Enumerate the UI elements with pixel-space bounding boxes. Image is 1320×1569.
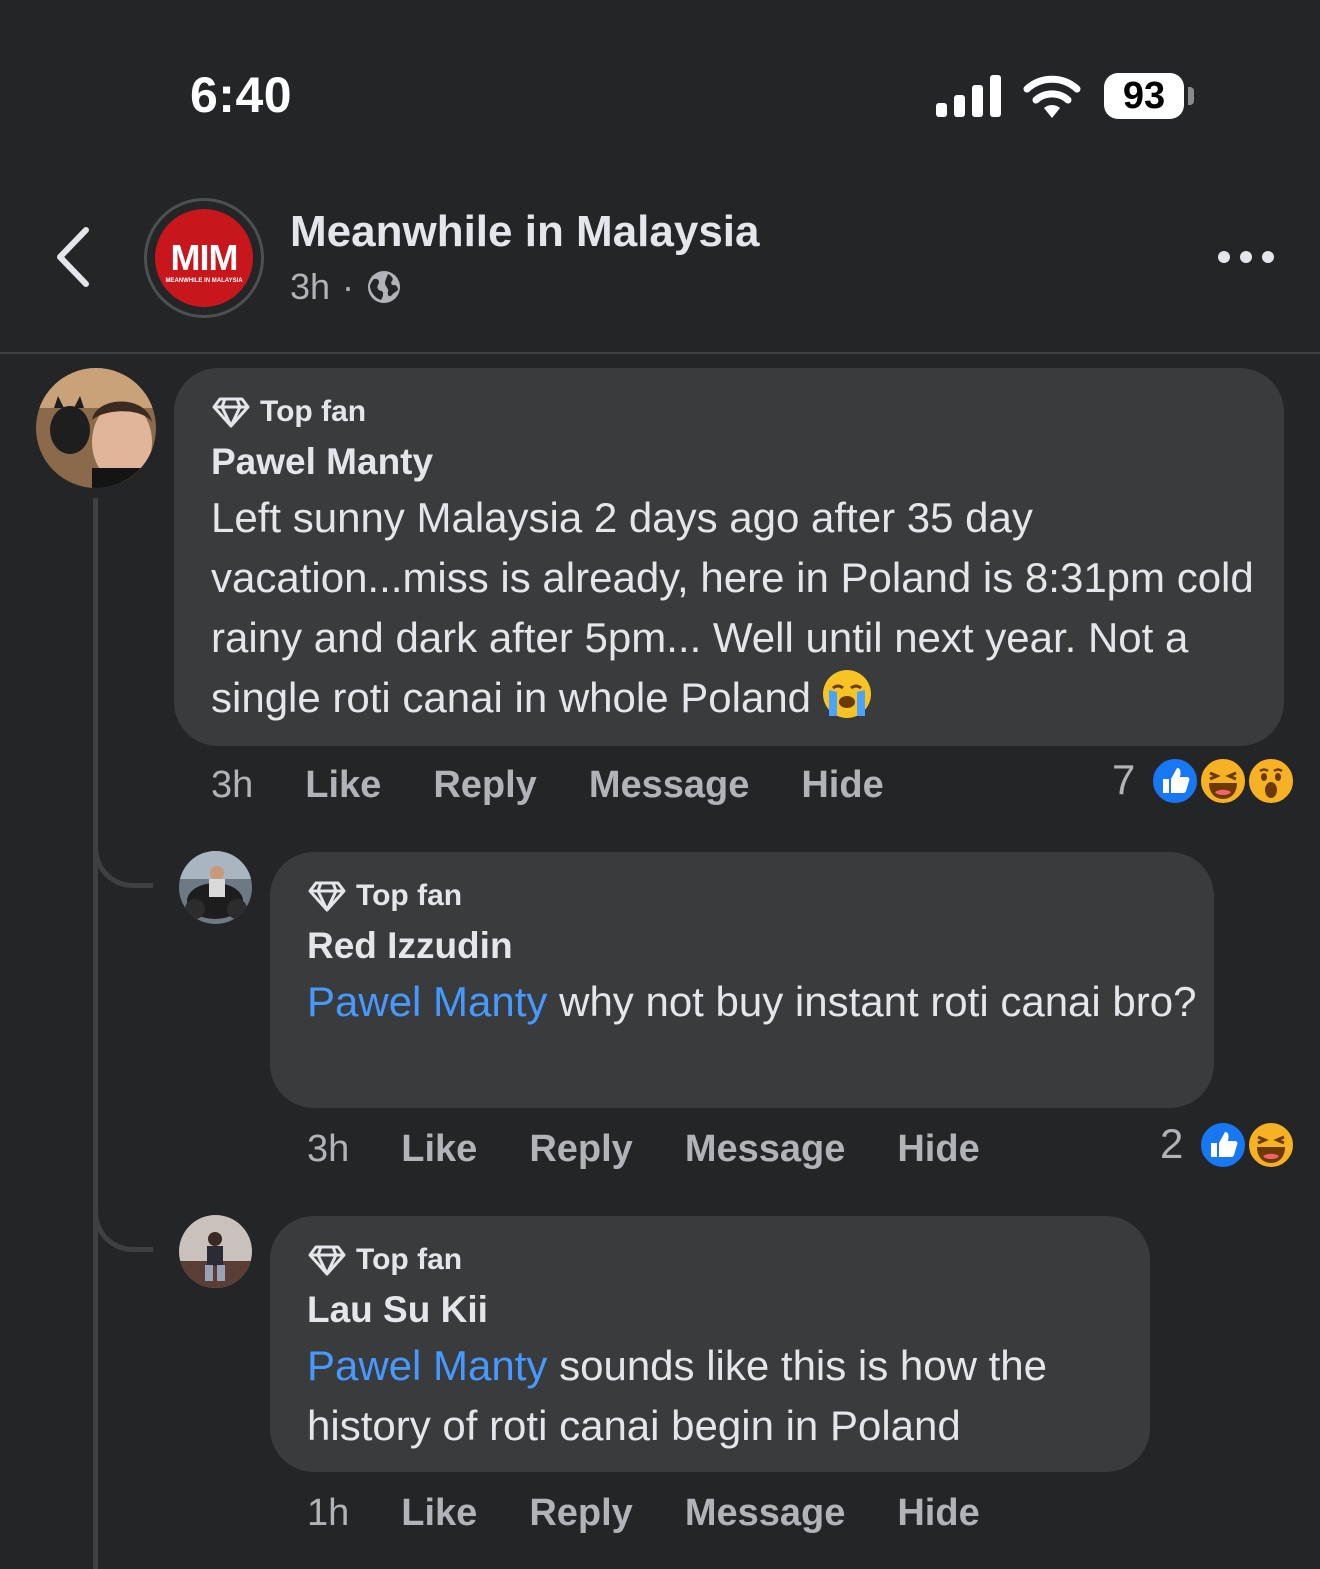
hide-button[interactable]: Hide	[897, 1128, 979, 1171]
logo-subtext: MEANWHILE IN MALAYSIA	[165, 278, 243, 284]
comment-time: 3h	[307, 1128, 350, 1170]
comment-bubble[interactable]: Top fan Red Izzudin Pawel Manty why not …	[270, 852, 1214, 1108]
diamond-icon	[308, 881, 346, 912]
comment-actions: 3h Like Reply Message Hide	[211, 764, 884, 807]
comment-body: Left sunny Malaysia 2 days ago after 35 …	[211, 494, 1254, 721]
reply-button[interactable]: Reply	[433, 764, 536, 807]
avatar[interactable]	[179, 851, 252, 924]
cellular-signal-icon	[936, 75, 1001, 117]
thread-branch	[93, 1202, 153, 1252]
comment-text: Pawel Manty sounds like this is how the …	[307, 1336, 1127, 1456]
top-fan-badge: Top fan	[212, 395, 366, 429]
status-time: 6:40	[190, 67, 293, 123]
avatar-photo	[36, 368, 156, 488]
haha-reaction-icon	[1246, 1120, 1296, 1170]
comment-time: 1h	[307, 1492, 350, 1534]
more-options-icon[interactable]	[1214, 246, 1278, 268]
avatar[interactable]	[179, 1215, 252, 1288]
like-button[interactable]: Like	[401, 1492, 477, 1535]
message-button[interactable]: Message	[685, 1492, 846, 1535]
like-button[interactable]: Like	[401, 1128, 477, 1171]
mention-link[interactable]: Pawel Manty	[307, 1342, 547, 1389]
crying-face-icon	[823, 670, 872, 718]
comment-body: why not buy instant roti canai bro?	[547, 978, 1197, 1025]
mention-link[interactable]: Pawel Manty	[307, 978, 547, 1025]
page-logo: MIM MEANWHILE IN MALAYSIA	[155, 209, 253, 307]
comment-bubble[interactable]: Top fan Pawel Manty Left sunny Malaysia …	[174, 368, 1284, 746]
reaction-count[interactable]: 2	[1160, 1120, 1183, 1168]
like-reaction-icon	[1150, 756, 1200, 806]
avatar[interactable]	[36, 368, 156, 488]
badge-label: Top fan	[260, 395, 367, 428]
badge-label: Top fan	[356, 879, 463, 912]
battery-indicator: 93	[1104, 73, 1184, 119]
comment-author[interactable]: Red Izzudin	[307, 925, 513, 967]
like-reaction-icon	[1198, 1120, 1248, 1170]
post-time: 3h	[290, 266, 331, 307]
top-fan-badge: Top fan	[308, 879, 462, 913]
hide-button[interactable]: Hide	[897, 1492, 979, 1535]
meta-separator: ·	[342, 266, 355, 307]
diamond-icon	[212, 397, 250, 428]
comment-text: Pawel Manty why not buy instant roti can…	[307, 972, 1197, 1032]
post-meta: 3h ·	[290, 266, 402, 308]
comment-bubble[interactable]: Top fan Lau Su Kii Pawel Manty sounds li…	[270, 1216, 1150, 1472]
like-button[interactable]: Like	[305, 764, 381, 807]
top-fan-badge: Top fan	[308, 1243, 462, 1277]
badge-label: Top fan	[356, 1243, 463, 1276]
back-button[interactable]	[50, 222, 96, 292]
header-divider	[0, 352, 1320, 354]
haha-reaction-icon	[1198, 756, 1248, 806]
page-avatar[interactable]: MIM MEANWHILE IN MALAYSIA	[144, 198, 264, 318]
reply-button[interactable]: Reply	[529, 1492, 632, 1535]
message-button[interactable]: Message	[685, 1128, 846, 1171]
comment-author[interactable]: Pawel Manty	[211, 441, 433, 483]
globe-icon	[368, 271, 401, 303]
comment-time: 3h	[211, 764, 254, 806]
avatar-photo	[179, 851, 252, 924]
hide-button[interactable]: Hide	[801, 764, 883, 807]
reply-button[interactable]: Reply	[529, 1128, 632, 1171]
diamond-icon	[308, 1245, 346, 1276]
wow-reaction-icon	[1246, 756, 1296, 806]
comment-author[interactable]: Lau Su Kii	[307, 1289, 488, 1331]
comment-text: Left sunny Malaysia 2 days ago after 35 …	[211, 488, 1261, 728]
comment-actions: 1h Like Reply Message Hide	[307, 1492, 980, 1535]
page-name[interactable]: Meanwhile in Malaysia	[290, 207, 760, 257]
comment-actions: 3h Like Reply Message Hide	[307, 1128, 980, 1171]
thread-branch	[93, 838, 153, 888]
avatar-photo	[179, 1215, 252, 1288]
reaction-count[interactable]: 7	[1112, 756, 1135, 804]
thread-line	[93, 498, 98, 1569]
message-button[interactable]: Message	[589, 764, 750, 807]
battery-nub	[1188, 87, 1194, 105]
logo-text: MIM	[170, 237, 239, 278]
wifi-icon	[1023, 75, 1081, 118]
